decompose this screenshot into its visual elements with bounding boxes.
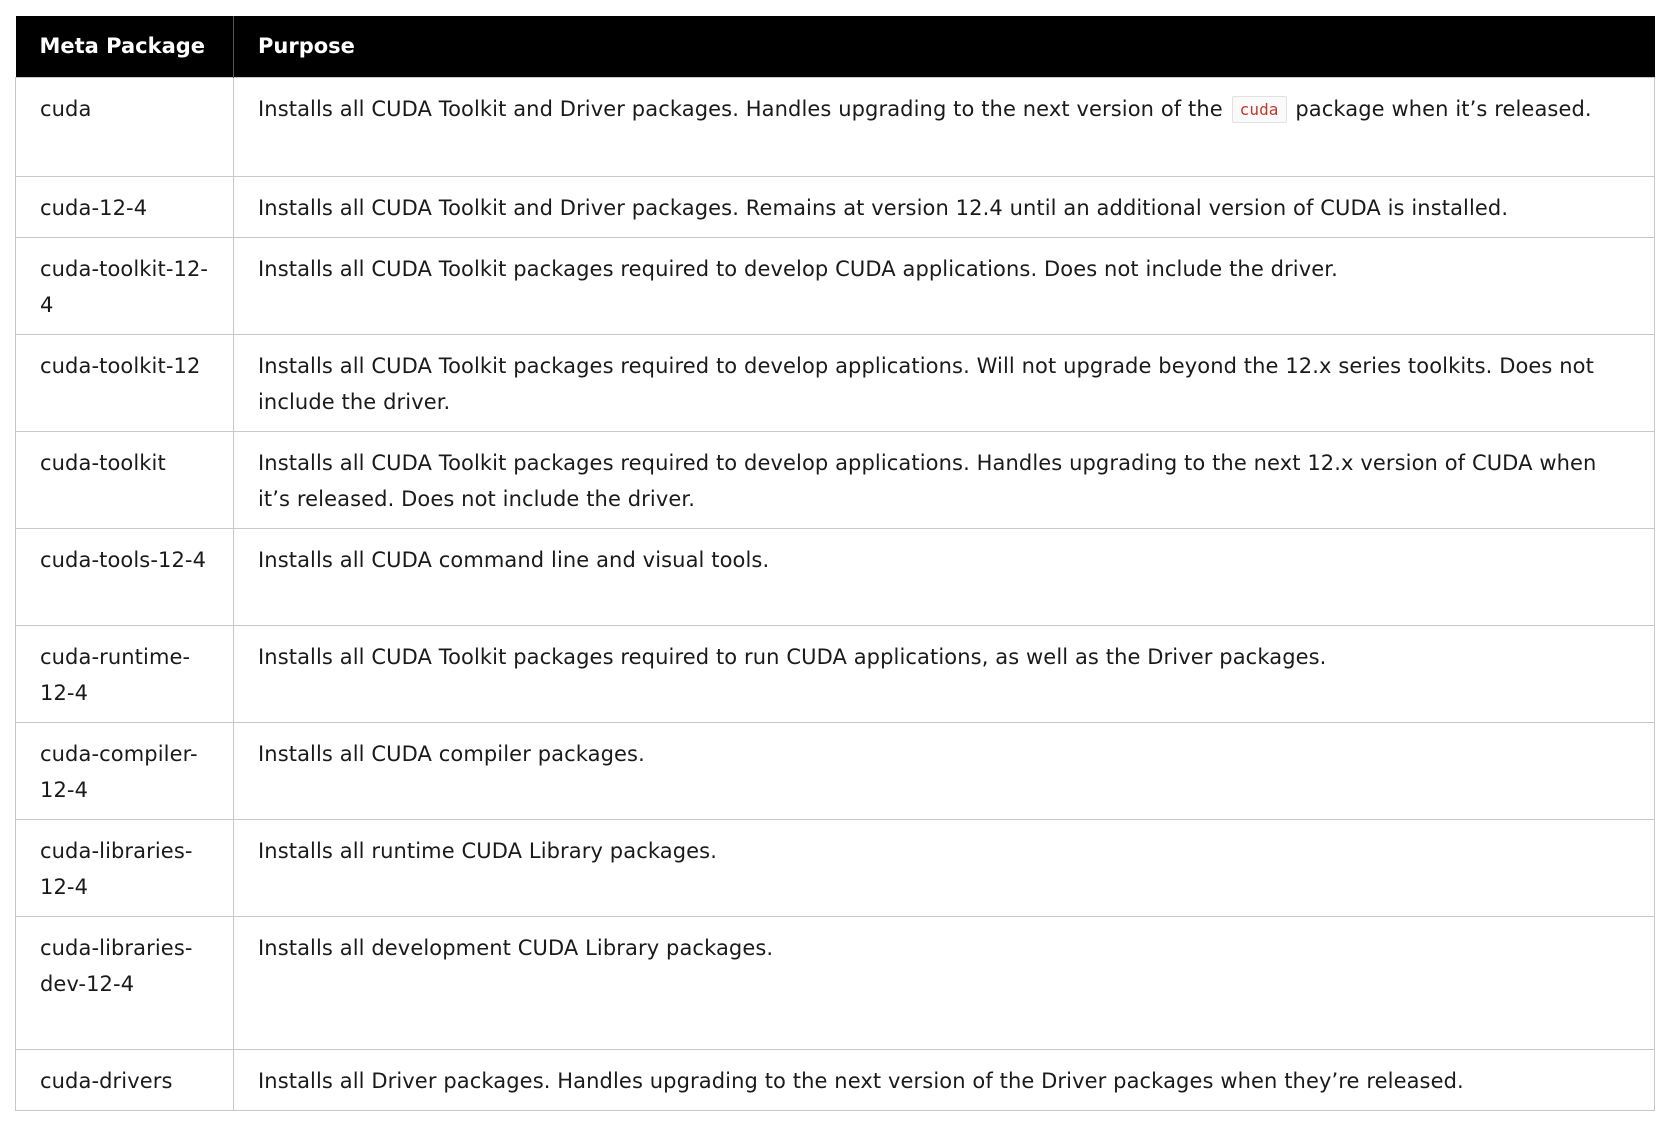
column-header-meta-package: Meta Package	[15, 16, 234, 77]
package-name-cell: cuda-12-4	[15, 175, 234, 238]
purpose-cell: Installs all CUDA Toolkit packages requi…	[233, 236, 1655, 335]
table-header-row: Meta Package Purpose	[15, 16, 1655, 77]
meta-package-table: Meta Package Purpose cuda Installs all C…	[15, 16, 1655, 1111]
purpose-cell: Installs all CUDA Toolkit packages requi…	[233, 333, 1655, 432]
package-name-cell: cuda-libraries-12-4	[15, 818, 234, 917]
purpose-cell: Installs all development CUDA Library pa…	[233, 915, 1655, 1050]
purpose-cell: Installs all CUDA Toolkit packages requi…	[233, 624, 1655, 723]
purpose-cell: Installs all runtime CUDA Library packag…	[233, 818, 1655, 917]
table-row: cuda-toolkit-12-4 Installs all CUDA Tool…	[15, 236, 1655, 335]
purpose-text: Installs all CUDA Toolkit and Driver pac…	[258, 96, 1223, 121]
purpose-cell: Installs all CUDA command line and visua…	[233, 527, 1655, 626]
table-row: cuda-toolkit-12 Installs all CUDA Toolki…	[15, 333, 1655, 432]
table-row: cuda-libraries-12-4 Installs all runtime…	[15, 818, 1655, 917]
table-row: cuda-tools-12-4 Installs all CUDA comman…	[15, 527, 1655, 626]
purpose-text: package when it’s released.	[1295, 96, 1592, 121]
table-row: cuda-toolkit Installs all CUDA Toolkit p…	[15, 430, 1655, 529]
package-name-cell: cuda-compiler-12-4	[15, 721, 234, 820]
inline-code: cuda	[1231, 95, 1287, 123]
table-row: cuda-12-4 Installs all CUDA Toolkit and …	[15, 175, 1655, 238]
package-name-cell: cuda-toolkit-12-4	[15, 236, 234, 335]
package-name-cell: cuda-drivers	[15, 1048, 234, 1111]
table-header: Meta Package Purpose	[15, 16, 1655, 77]
package-name-cell: cuda-runtime-12-4	[15, 624, 234, 723]
package-name-cell: cuda-toolkit	[15, 430, 234, 529]
package-name-cell: cuda-toolkit-12	[15, 333, 234, 432]
purpose-cell: Installs all CUDA Toolkit packages requi…	[233, 430, 1655, 529]
package-name-cell: cuda-libraries-dev-12-4	[15, 915, 234, 1050]
purpose-cell: Installs all CUDA Toolkit and Driver pac…	[233, 76, 1655, 177]
meta-package-table-container: Meta Package Purpose cuda Installs all C…	[15, 16, 1655, 1111]
purpose-cell: Installs all CUDA compiler packages.	[233, 721, 1655, 820]
table-row: cuda-runtime-12-4 Installs all CUDA Tool…	[15, 624, 1655, 723]
column-header-purpose: Purpose	[258, 34, 355, 59]
table-body: cuda Installs all CUDA Toolkit and Drive…	[15, 76, 1655, 1111]
package-name-cell: cuda	[15, 76, 234, 177]
table-row: cuda-libraries-dev-12-4 Installs all dev…	[15, 915, 1655, 1050]
purpose-cell: Installs all CUDA Toolkit and Driver pac…	[233, 175, 1655, 238]
table-row: cuda-compiler-12-4 Installs all CUDA com…	[15, 721, 1655, 820]
package-name-cell: cuda-tools-12-4	[15, 527, 234, 626]
purpose-cell: Installs all Driver packages. Handles up…	[233, 1048, 1655, 1111]
table-row: cuda-drivers Installs all Driver package…	[15, 1048, 1655, 1111]
table-row: cuda Installs all CUDA Toolkit and Drive…	[15, 76, 1655, 177]
